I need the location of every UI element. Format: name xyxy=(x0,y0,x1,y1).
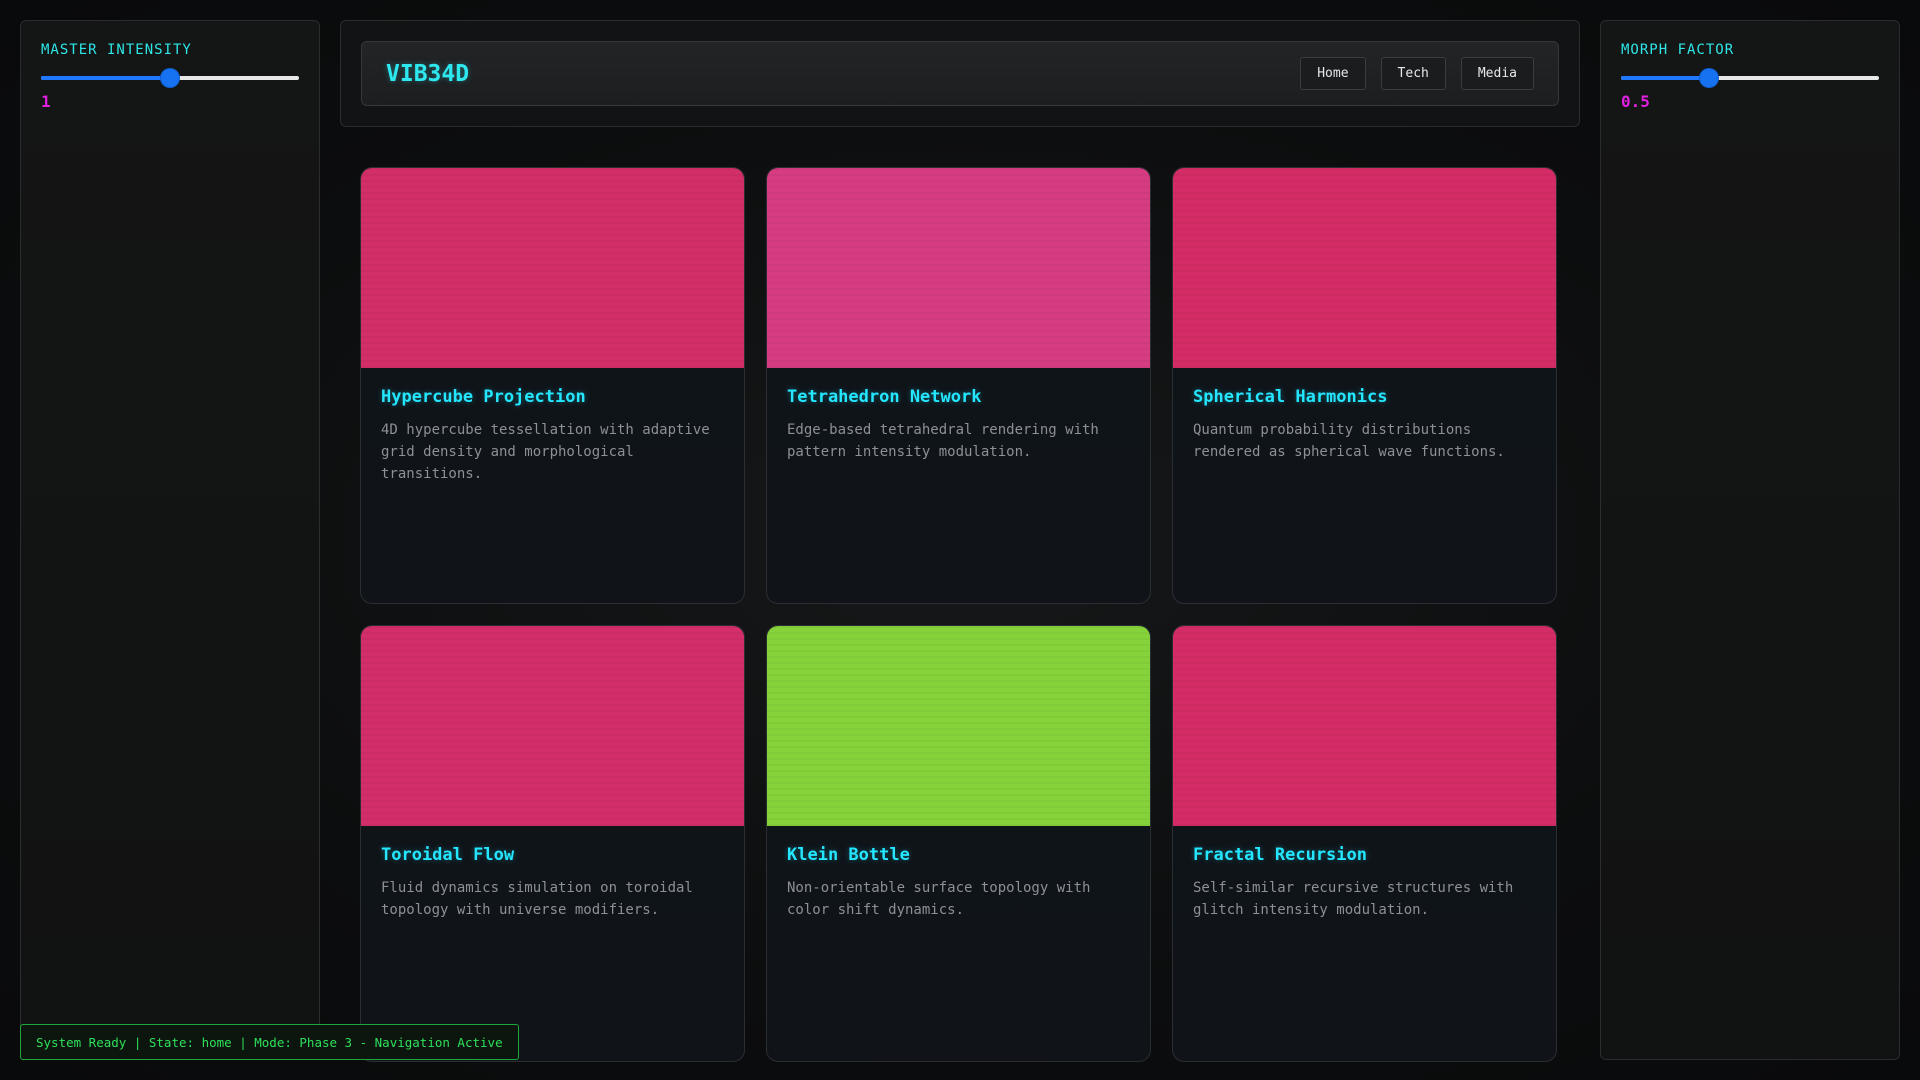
status-bar: System Ready | State: home | Mode: Phase… xyxy=(20,1024,519,1060)
card-klein-bottle[interactable]: Klein Bottle Non-orientable surface topo… xyxy=(766,625,1151,1062)
slider-fill xyxy=(1621,76,1709,80)
card-visual xyxy=(1173,626,1556,826)
right-control-panel: MORPH FACTOR 0.5 xyxy=(1600,20,1900,1060)
card-description: 4D hypercube tessellation with adaptive … xyxy=(381,422,710,482)
card-description: Non-orientable surface topology with col… xyxy=(787,880,1091,918)
master-intensity-slider[interactable] xyxy=(41,69,299,87)
morph-factor-label: MORPH FACTOR xyxy=(1621,42,1735,58)
card-body: Toroidal Flow Fluid dynamics simulation … xyxy=(361,826,744,940)
nav-home-button[interactable]: Home xyxy=(1300,57,1366,90)
card-title: Fractal Recursion xyxy=(1193,845,1367,865)
nav-tech-button[interactable]: Tech xyxy=(1380,57,1446,90)
card-body: Fractal Recursion Self-similar recursive… xyxy=(1173,826,1556,940)
left-control-panel: MASTER INTENSITY 1 xyxy=(20,20,320,1060)
morph-factor-value: 0.5 xyxy=(1621,92,1650,111)
card-description: Edge-based tetrahedral rendering with pa… xyxy=(787,422,1099,460)
brand-logo[interactable]: VIB34D xyxy=(386,61,469,87)
slider-thumb[interactable] xyxy=(1699,69,1718,87)
card-title: Hypercube Projection xyxy=(381,387,586,407)
morph-factor-slider[interactable] xyxy=(1621,69,1879,87)
header-container: VIB34D Home Tech Media xyxy=(340,20,1580,127)
card-visual xyxy=(767,626,1150,826)
card-title: Toroidal Flow xyxy=(381,845,515,865)
card-title: Spherical Harmonics xyxy=(1193,387,1388,407)
master-intensity-value: 1 xyxy=(41,92,51,111)
card-visual xyxy=(361,168,744,368)
card-description: Fluid dynamics simulation on toroidal to… xyxy=(381,880,693,918)
card-visual xyxy=(767,168,1150,368)
card-hypercube-projection[interactable]: Hypercube Projection 4D hypercube tessel… xyxy=(360,167,745,604)
card-tetrahedron-network[interactable]: Tetrahedron Network Edge-based tetrahedr… xyxy=(766,167,1151,604)
nav-media-button[interactable]: Media xyxy=(1460,57,1534,90)
card-body: Tetrahedron Network Edge-based tetrahedr… xyxy=(767,368,1150,482)
card-body: Klein Bottle Non-orientable surface topo… xyxy=(767,826,1150,940)
card-visual xyxy=(361,626,744,826)
visualization-card-grid: Hypercube Projection 4D hypercube tessel… xyxy=(360,167,1560,1062)
card-spherical-harmonics[interactable]: Spherical Harmonics Quantum probability … xyxy=(1172,167,1557,604)
card-toroidal-flow[interactable]: Toroidal Flow Fluid dynamics simulation … xyxy=(360,625,745,1062)
card-body: Spherical Harmonics Quantum probability … xyxy=(1173,368,1556,482)
slider-fill xyxy=(41,76,170,80)
card-fractal-recursion[interactable]: Fractal Recursion Self-similar recursive… xyxy=(1172,625,1557,1062)
card-description: Quantum probability distributions render… xyxy=(1193,422,1505,460)
card-visual xyxy=(1173,168,1556,368)
card-title: Tetrahedron Network xyxy=(787,387,982,407)
card-title: Klein Bottle xyxy=(787,845,910,865)
card-body: Hypercube Projection 4D hypercube tessel… xyxy=(361,368,744,504)
slider-thumb[interactable] xyxy=(161,69,179,87)
card-description: Self-similar recursive structures with g… xyxy=(1193,880,1514,918)
master-intensity-label: MASTER INTENSITY xyxy=(41,42,192,58)
header-bar: VIB34D Home Tech Media xyxy=(361,41,1559,106)
main-nav: Home Tech Media xyxy=(1300,57,1534,90)
